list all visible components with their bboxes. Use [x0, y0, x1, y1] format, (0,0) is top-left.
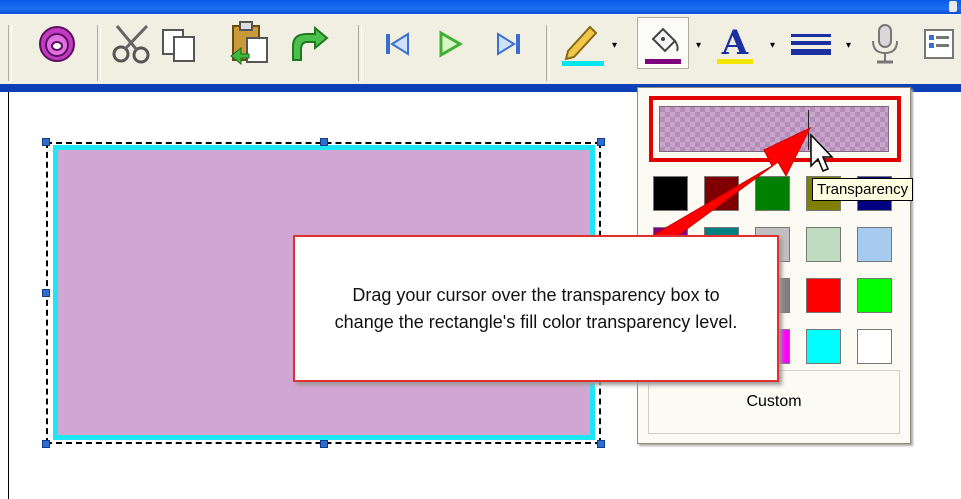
window-control-button[interactable] — [949, 1, 957, 12]
transparency-highlight-box — [649, 96, 901, 162]
properties-button[interactable] — [918, 20, 958, 68]
line-style-dropdown-arrow[interactable]: ▾ — [846, 40, 851, 51]
toolbar-separator — [358, 25, 362, 81]
undo-button[interactable] — [286, 20, 332, 68]
color-swatch[interactable] — [806, 227, 841, 262]
color-swatch[interactable] — [857, 329, 892, 364]
microphone-icon — [872, 24, 898, 64]
fill-color-button[interactable] — [637, 17, 689, 69]
instruction-callout: Drag your cursor over the transparency b… — [293, 235, 779, 382]
canvas-left-border — [8, 92, 9, 499]
copy-button[interactable] — [156, 20, 202, 68]
fill-color-icon — [645, 27, 681, 64]
line-color-icon — [562, 25, 604, 66]
window-title-bar — [0, 0, 961, 14]
toolbar-separator — [546, 25, 550, 81]
font-color-button[interactable]: A — [712, 20, 758, 68]
font-color-icon: A — [717, 23, 753, 64]
line-color-swatch — [562, 61, 604, 66]
play-icon — [439, 30, 463, 58]
paste-icon — [230, 21, 268, 66]
resize-handle-top[interactable] — [320, 138, 328, 146]
cut-button[interactable] — [110, 20, 156, 68]
color-swatch[interactable] — [653, 176, 688, 211]
skip-back-icon — [386, 32, 409, 56]
resize-handle-top-left[interactable] — [42, 138, 50, 146]
color-swatch[interactable] — [857, 278, 892, 313]
line-style-icon — [791, 34, 831, 55]
svg-text:A: A — [721, 23, 749, 63]
resize-handle-bottom[interactable] — [320, 440, 328, 448]
snap-icon — [39, 26, 75, 62]
font-color-swatch — [717, 59, 753, 64]
microphone-button[interactable] — [862, 20, 908, 68]
line-color-button[interactable] — [560, 20, 606, 68]
paste-button[interactable] — [226, 20, 272, 68]
fill-color-swatch — [645, 59, 681, 64]
skip-back-button[interactable] — [374, 20, 420, 68]
fill-color-dropdown-arrow[interactable]: ▾ — [696, 40, 701, 51]
resize-handle-bottom-left[interactable] — [42, 440, 50, 448]
skip-forward-button[interactable] — [486, 20, 532, 68]
toolbar-separator — [97, 25, 101, 81]
line-style-button[interactable] — [788, 20, 834, 68]
toolbar-separator — [8, 25, 12, 81]
resize-handle-top-right[interactable] — [597, 138, 605, 146]
snap-button[interactable] — [34, 20, 80, 68]
instruction-callout-text: Drag your cursor over the transparency b… — [334, 284, 738, 332]
resize-handle-left[interactable] — [42, 289, 50, 297]
font-color-dropdown-arrow[interactable]: ▾ — [770, 40, 775, 51]
transparency-tooltip: Transparency — [812, 178, 914, 201]
line-color-dropdown-arrow[interactable]: ▾ — [612, 40, 617, 51]
copy-icon — [162, 29, 195, 62]
color-swatch[interactable] — [755, 176, 790, 211]
play-button[interactable] — [426, 20, 472, 68]
color-swatch[interactable] — [806, 329, 841, 364]
properties-icon — [924, 29, 954, 59]
color-swatch[interactable] — [806, 278, 841, 313]
cut-icon — [112, 24, 150, 64]
color-swatch[interactable] — [704, 176, 739, 211]
color-swatch[interactable] — [857, 227, 892, 262]
skip-forward-icon — [497, 32, 520, 56]
undo-icon — [292, 25, 329, 61]
resize-handle-bottom-right[interactable] — [597, 440, 605, 448]
